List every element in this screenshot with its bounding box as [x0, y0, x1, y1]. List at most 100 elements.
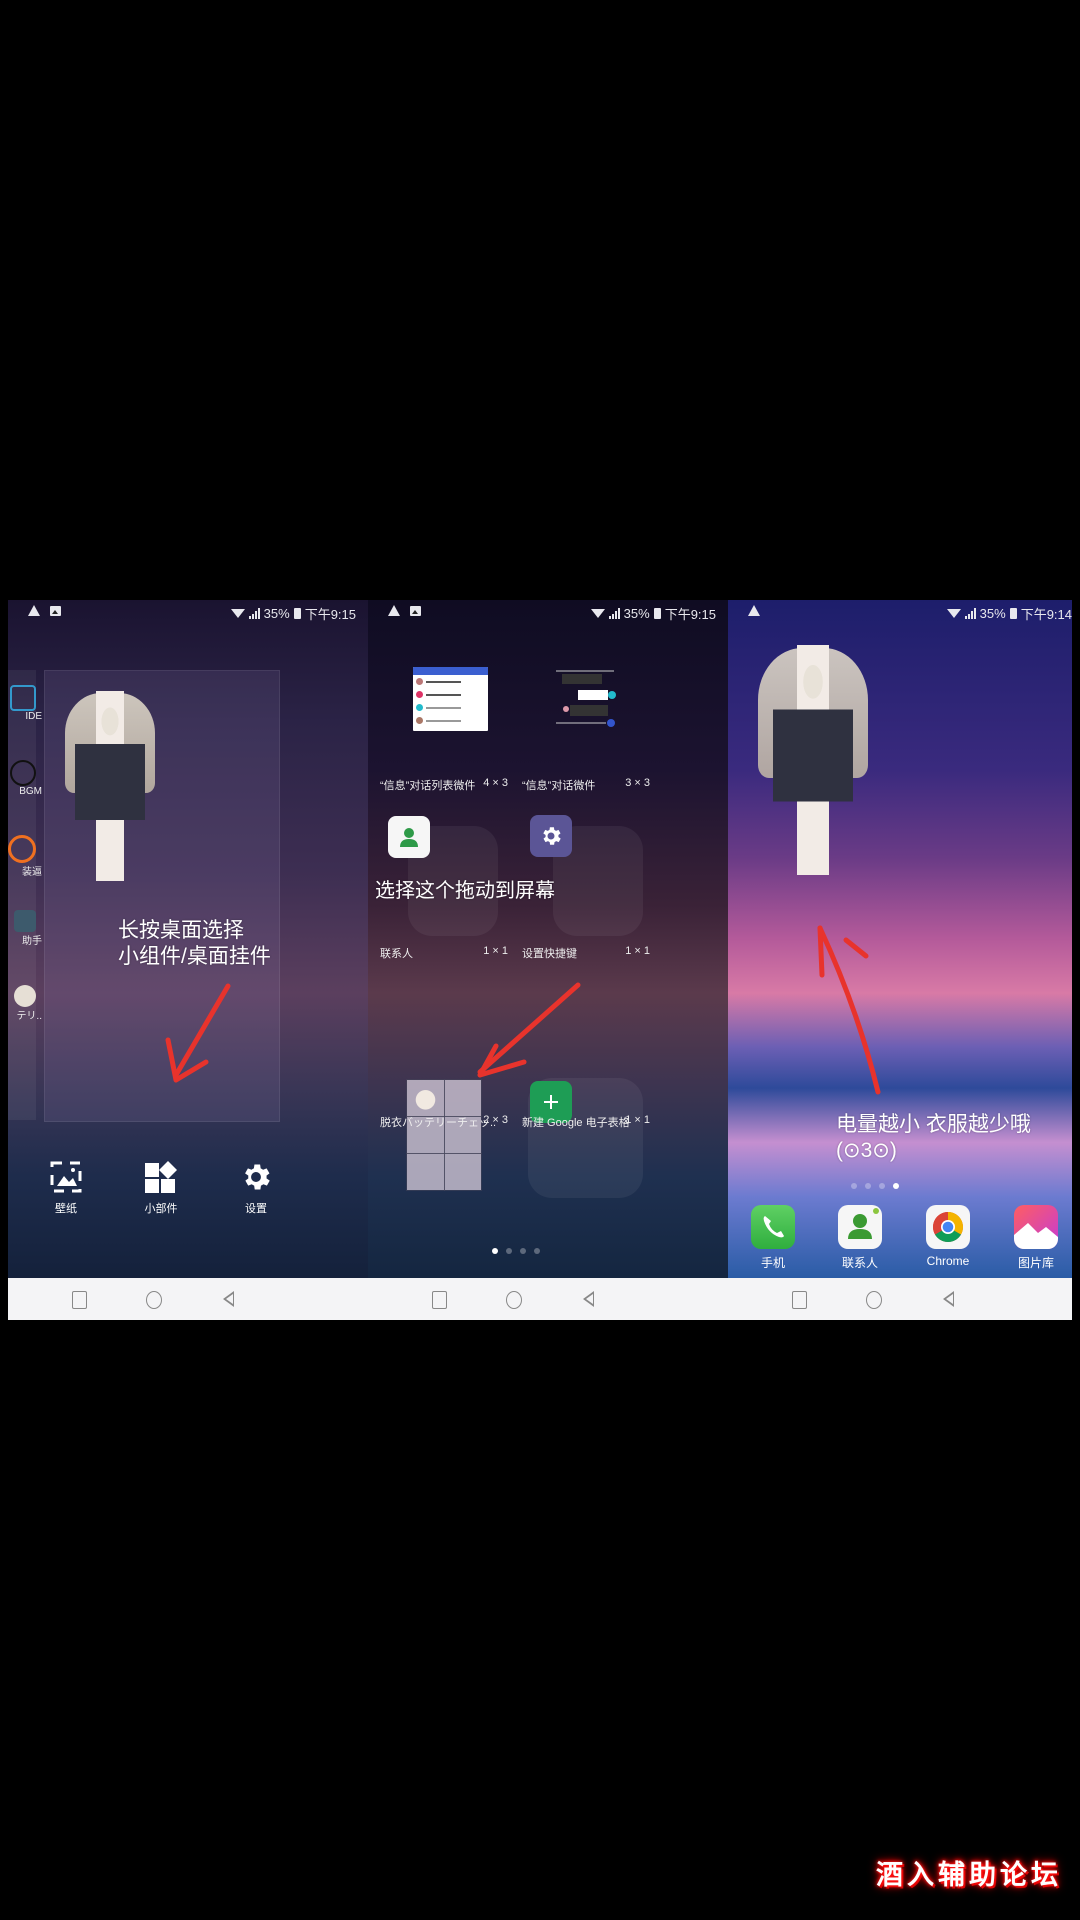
contacts-icon [838, 1205, 882, 1249]
gallery-icon [1014, 1205, 1058, 1249]
screenshot-strip: 35% 下午9:15 IDE BGM 装逼 助手 テリ.. 长按桌面选择 小组件… [8, 600, 1072, 1320]
edge-app-zhuangbi[interactable]: 装逼 [8, 835, 42, 878]
widget-size: 2 × 3 [483, 1114, 508, 1126]
plus-icon [544, 1095, 558, 1109]
dock-app-gallery[interactable]: 图片库 [1004, 1205, 1068, 1271]
page-indicator [492, 1248, 540, 1254]
page-dot[interactable] [879, 1183, 885, 1189]
home-screen-background: 35% 下午9:14 电量越小 衣服越少哦 (⊙3⊙) 手机 联系人 Chrom… [728, 600, 1072, 1278]
dock-app-contacts[interactable]: 联系人 [828, 1205, 892, 1271]
edge-app-battery-check[interactable]: テリ.. [8, 985, 42, 1022]
page-dot[interactable] [534, 1248, 540, 1254]
widgets-button[interactable]: 小部件 [121, 1160, 201, 1216]
image-icon [50, 605, 61, 616]
annotation-text: 选择这个拖动到屏幕 [375, 880, 555, 902]
widget-size: 3 × 3 [625, 777, 650, 789]
settings-gear-icon [239, 1160, 273, 1194]
bgm-icon [10, 760, 36, 786]
battery-percent: 35% [979, 606, 1006, 621]
battery-icon [653, 608, 661, 619]
page-dot[interactable] [520, 1248, 526, 1254]
panel-home-edit-mode: 35% 下午9:15 IDE BGM 装逼 助手 テリ.. 长按桌面选择 小组件… [8, 600, 368, 1320]
battery-icon [293, 608, 301, 619]
recents-button[interactable] [792, 1291, 807, 1309]
forum-watermark: 酒入辅助论坛 [876, 1860, 1062, 1891]
warning-icon [388, 605, 400, 616]
clock: 下午9:15 [664, 607, 716, 622]
chrome-icon [926, 1205, 970, 1249]
dock-app-phone[interactable]: 手机 [741, 1205, 805, 1271]
recents-button[interactable] [72, 1291, 87, 1309]
signal-icon [964, 608, 976, 619]
dock-app-chrome[interactable]: Chrome [916, 1205, 980, 1268]
panel-widget-picker: 35% 下午9:15 “信息”对话列表微件 4 × 3 “信息”对话微件 3 ×… [368, 600, 728, 1320]
wifi-icon [590, 609, 605, 618]
edge-app-assistant[interactable]: 助手 [8, 910, 42, 947]
wallpaper-button[interactable]: 壁纸 [26, 1160, 106, 1216]
page-dot-active[interactable] [492, 1248, 498, 1254]
back-button[interactable] [583, 1291, 594, 1307]
page-dot-active[interactable] [893, 1183, 899, 1189]
annotation-text: 长按桌面选择 小组件/桌面挂件 [118, 919, 271, 968]
strip-battery-check-widget-preview[interactable] [406, 1079, 482, 1191]
wallpaper-icon [49, 1160, 83, 1194]
warning-icon [748, 605, 760, 616]
widget-size: 4 × 3 [483, 777, 508, 789]
home-button[interactable] [506, 1291, 522, 1309]
settings-button[interactable]: 设置 [216, 1160, 296, 1216]
widget-picker-background: 35% 下午9:15 “信息”对话列表微件 4 × 3 “信息”对话微件 3 ×… [368, 600, 728, 1278]
widget-size: 1 × 1 [483, 945, 508, 957]
widget-name: 设置快捷键 [522, 948, 577, 960]
anime-girl-wallpaper-widget [75, 691, 145, 881]
settings-gear-icon [543, 827, 561, 845]
red-arrow-annotation [817, 925, 881, 1095]
messages-list-widget-preview[interactable] [413, 667, 488, 731]
edge-app-bgm[interactable]: BGM [8, 760, 42, 797]
widget-size: 1 × 1 [625, 945, 650, 957]
back-button[interactable] [223, 1291, 234, 1307]
current-page-preview[interactable] [44, 670, 280, 1122]
clock: 下午9:14 [1020, 607, 1072, 622]
widgets-icon [144, 1160, 178, 1194]
widget-size: 1 × 1 [625, 1114, 650, 1126]
battery-icon [1009, 608, 1017, 619]
widget-name: “信息”对话列表微件 [380, 780, 476, 792]
contacts-icon [400, 828, 418, 847]
home-screen-background: 35% 下午9:15 IDE BGM 装逼 助手 テリ.. 长按桌面选择 小组件… [8, 600, 368, 1278]
contacts-widget[interactable] [388, 816, 430, 858]
recents-button[interactable] [432, 1291, 447, 1309]
back-button[interactable] [943, 1291, 954, 1307]
status-bar: 35% 下午9:15 [8, 600, 368, 624]
ide-icon [10, 685, 36, 711]
page-dot[interactable] [851, 1183, 857, 1189]
messages-conversation-widget-preview[interactable] [556, 665, 616, 727]
page-dot[interactable] [865, 1183, 871, 1189]
panel-home-with-widget: 35% 下午9:14 电量越小 衣服越少哦 (⊙3⊙) 手机 联系人 Chrom… [728, 600, 1072, 1320]
clock: 下午9:15 [304, 607, 356, 622]
status-bar: 35% 下午9:15 [368, 600, 728, 624]
settings-shortcut-widget[interactable] [530, 815, 572, 857]
navigation-bar [8, 1278, 368, 1320]
signal-icon [248, 608, 260, 619]
anime-girl-face-icon [406, 1079, 445, 1117]
widget-name: “信息”对话微件 [522, 780, 596, 792]
strip-battery-widget[interactable] [773, 645, 853, 875]
app-icon [8, 835, 36, 863]
navigation-bar [368, 1278, 728, 1320]
red-arrow-annotation [477, 982, 581, 1078]
battery-percent: 35% [263, 606, 290, 621]
status-bar: 35% 下午9:14 [728, 600, 1072, 624]
warning-icon [28, 605, 40, 616]
widget-name: 联系人 [380, 948, 413, 960]
image-icon [410, 605, 421, 616]
wifi-icon [230, 609, 245, 618]
anime-girl-icon [14, 985, 36, 1007]
edge-app-ide[interactable]: IDE [8, 685, 42, 722]
previous-page-preview[interactable] [8, 670, 36, 1120]
home-button[interactable] [146, 1291, 162, 1309]
widget-name: 新建 Google 电子表格 [522, 1117, 630, 1129]
assistant-icon [14, 910, 36, 932]
navigation-bar [728, 1278, 1072, 1320]
page-dot[interactable] [506, 1248, 512, 1254]
home-button[interactable] [866, 1291, 882, 1309]
